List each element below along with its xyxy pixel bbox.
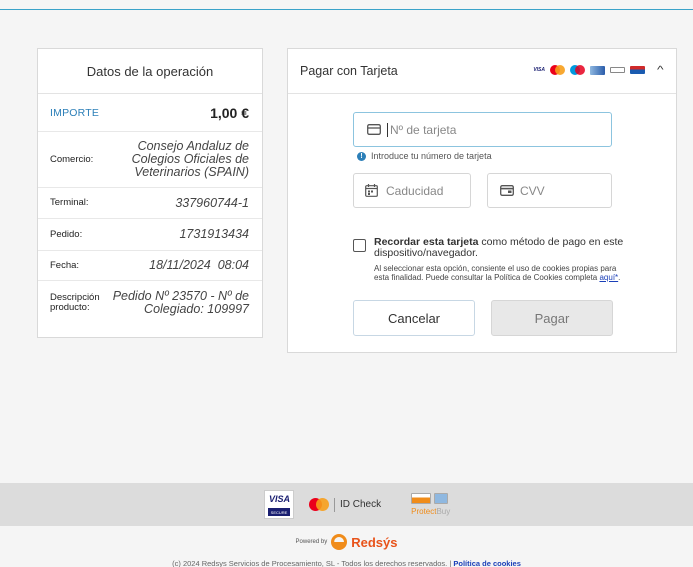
cvv-placeholder: CVV bbox=[520, 183, 545, 198]
order-row: Pedido: 1731913434 bbox=[38, 219, 262, 251]
operation-data-card: Datos de la operación IMPORTE 1,00 € Com… bbox=[37, 48, 263, 338]
expiry-field[interactable]: Caducidad bbox=[353, 173, 471, 208]
credit-card-icon bbox=[367, 124, 381, 135]
card-number-placeholder: Nº de tarjeta bbox=[390, 122, 457, 137]
card-number-field[interactable]: Nº de tarjeta bbox=[353, 112, 612, 147]
order-label: Pedido: bbox=[50, 228, 83, 240]
chevron-up-icon[interactable]: ^ bbox=[657, 65, 664, 76]
diners-icon bbox=[610, 67, 625, 73]
discover-icon bbox=[411, 493, 432, 504]
remember-card-label[interactable]: Recordar esta tarjeta como método de pag… bbox=[374, 237, 624, 259]
protectbuy-text: ProtectBuy bbox=[411, 507, 451, 516]
payment-title: Pagar con Tarjeta bbox=[300, 64, 398, 78]
redsys-logo-icon bbox=[331, 534, 348, 550]
amex-icon bbox=[630, 66, 645, 74]
cookies-text: Al seleccionar esta opción, consiente el… bbox=[374, 264, 617, 282]
card-number-hint: ! Introduce tu número de tarjeta bbox=[357, 151, 492, 161]
date-row: Fecha: 18/11/2024 08:04 bbox=[38, 251, 262, 281]
cookies-link[interactable]: aquí* bbox=[599, 273, 618, 282]
card-brands: VISA bbox=[533, 65, 645, 75]
jcb-icon bbox=[590, 65, 605, 75]
remember-card-checkbox[interactable] bbox=[353, 239, 366, 252]
description-label: Descripción producto: bbox=[50, 292, 100, 313]
cancel-button[interactable]: Cancelar bbox=[353, 300, 475, 336]
protectbuy-logo: ProtectBuy bbox=[411, 493, 450, 516]
expiry-placeholder: Caducidad bbox=[386, 183, 444, 198]
card-hint-text: Introduce tu número de tarjeta bbox=[371, 151, 492, 161]
diners-club-icon bbox=[434, 493, 449, 504]
card-cvv-icon bbox=[500, 185, 514, 196]
powered-by-redsys: Powered by Redsýs bbox=[0, 534, 693, 550]
amount-row: IMPORTE 1,00 € bbox=[38, 94, 262, 132]
redsys-brand-text: Redsýs bbox=[351, 534, 398, 550]
visa-icon: VISA bbox=[533, 67, 545, 73]
copyright-line: (c) 2024 Redsys Servicios de Procesamien… bbox=[0, 559, 693, 567]
merchant-row: Comercio: Consejo Andaluz de Colegios Of… bbox=[38, 132, 262, 188]
mastercard-icon bbox=[550, 65, 565, 75]
top-divider bbox=[0, 9, 693, 10]
visa-secure-text: VISA bbox=[269, 494, 291, 504]
date-value: 18/11/2024 08:04 bbox=[149, 258, 249, 272]
terminal-value: 337960744-1 bbox=[175, 195, 249, 210]
amount-label: IMPORTE bbox=[50, 106, 100, 119]
cookies-notice: Al seleccionar esta opción, consiente el… bbox=[374, 264, 624, 282]
terminal-label: Terminal: bbox=[50, 197, 89, 208]
cvv-field[interactable]: CVV bbox=[487, 173, 612, 208]
date-label: Fecha: bbox=[50, 259, 80, 271]
calendar-icon bbox=[365, 184, 378, 197]
text-cursor bbox=[387, 122, 388, 137]
security-logos-band: VISA SECURE ID Check ProtectBuy bbox=[0, 483, 693, 526]
mastercard-logo-icon bbox=[309, 498, 329, 511]
copyright-text: (c) 2024 Redsys Servicios de Procesamien… bbox=[172, 559, 454, 567]
merchant-value: Consejo Andaluz de Colegios Oficiales de… bbox=[131, 139, 249, 179]
merchant-label: Comercio: bbox=[50, 153, 94, 165]
pay-button[interactable]: Pagar bbox=[491, 300, 613, 336]
idcheck-divider bbox=[334, 497, 335, 512]
info-icon: ! bbox=[357, 151, 366, 161]
description-value: Pedido Nº 23570 - Nº de Colegiado: 10999… bbox=[112, 289, 249, 316]
powered-by-text: Powered by bbox=[295, 539, 328, 545]
maestro-icon bbox=[570, 65, 585, 75]
amount-value: 1,00 € bbox=[210, 104, 249, 121]
description-row: Descripción producto: Pedido Nº 23570 - … bbox=[38, 281, 262, 325]
payment-header[interactable]: Pagar con Tarjeta VISA ^ bbox=[288, 49, 676, 94]
mastercard-idcheck-logo: ID Check bbox=[309, 497, 382, 512]
visa-secure-sub: SECURE bbox=[268, 508, 290, 516]
card-payment-panel: Pagar con Tarjeta VISA ^ Nº de tarjeta !… bbox=[287, 48, 677, 353]
cookies-end: . bbox=[618, 273, 621, 282]
idcheck-text: ID Check bbox=[340, 499, 382, 510]
operation-title: Datos de la operación bbox=[38, 49, 262, 94]
terminal-row: Terminal: 337960744-1 bbox=[38, 188, 262, 219]
security-logos: VISA SECURE ID Check ProtectBuy bbox=[264, 490, 450, 519]
cookies-policy-link[interactable]: Política de cookies bbox=[453, 559, 521, 567]
visa-secure-logo: VISA SECURE bbox=[264, 490, 294, 519]
order-value: 1731913434 bbox=[179, 227, 249, 241]
